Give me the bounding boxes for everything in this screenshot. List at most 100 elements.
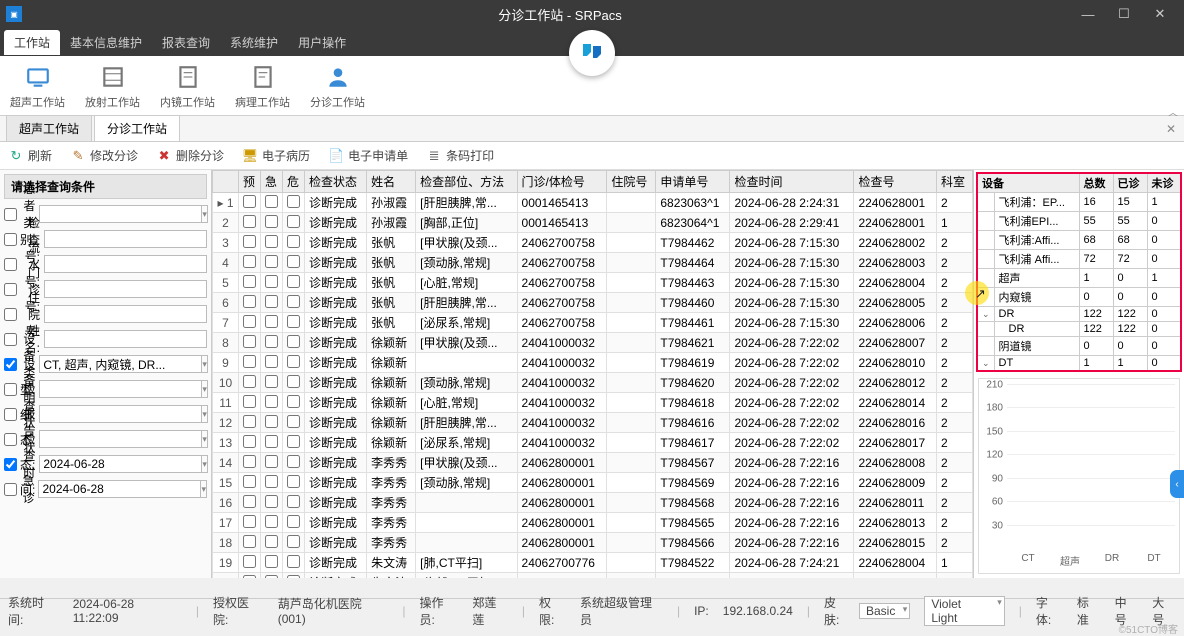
row-chk-c[interactable] — [287, 255, 300, 268]
row-chk-a[interactable] — [243, 515, 256, 528]
row-chk-c[interactable] — [287, 235, 300, 248]
col-6[interactable]: 检查部位、方法 — [416, 171, 517, 193]
menu-2[interactable]: 报表查询 — [152, 30, 220, 55]
filter-report_state-dropdown-icon[interactable]: ▾ — [202, 430, 208, 448]
filter-dev_detail-check[interactable] — [4, 383, 17, 396]
table-row[interactable]: 9诊断完成徐颖新24041000032T79846192024-06-28 7:… — [213, 353, 973, 373]
row-chk-b[interactable] — [265, 495, 278, 508]
row-chk-b[interactable] — [265, 395, 278, 408]
filter-serial_no-input[interactable] — [44, 255, 207, 273]
table-row[interactable]: 19诊断完成朱文涛[肺,CT平扫]24062700776T79845222024… — [213, 553, 973, 573]
filter-outp_no-check[interactable] — [4, 283, 17, 296]
device-row[interactable]: 内窥镜000 — [977, 288, 1181, 307]
filter-exam_state-check[interactable] — [4, 408, 17, 421]
row-chk-a[interactable] — [243, 195, 256, 208]
row-chk-c[interactable] — [287, 275, 300, 288]
col-11[interactable]: 检查号 — [854, 171, 937, 193]
close-tab-icon[interactable]: ✕ — [1166, 122, 1176, 136]
row-chk-a[interactable] — [243, 535, 256, 548]
filter-dev_type-check[interactable] — [4, 358, 17, 371]
filter-urgent-input[interactable] — [38, 480, 201, 498]
row-chk-c[interactable] — [287, 435, 300, 448]
row-chk-a[interactable] — [243, 475, 256, 488]
filter-dev_type-input[interactable] — [39, 355, 202, 373]
device-row[interactable]: 阴道镜000 — [977, 337, 1181, 356]
row-chk-a[interactable] — [243, 295, 256, 308]
device-row[interactable]: 超声101 — [977, 269, 1181, 288]
device-row[interactable]: ⌄DR1221220 — [977, 307, 1181, 322]
row-chk-b[interactable] — [265, 295, 278, 308]
row-chk-b[interactable] — [265, 535, 278, 548]
col-7[interactable]: 门诊/体检号 — [517, 171, 607, 193]
row-chk-b[interactable] — [265, 435, 278, 448]
menu-4[interactable]: 用户操作 — [288, 30, 356, 55]
col-3[interactable]: 危 — [283, 171, 305, 193]
filter-exam_no-input[interactable] — [44, 230, 207, 248]
table-row[interactable]: 5诊断完成张帆[心脏,常规]24062700758T79844632024-06… — [213, 273, 973, 293]
filter-dev_detail-input[interactable] — [39, 380, 202, 398]
ribbon-doc[interactable]: 内镜工作站 — [160, 62, 215, 110]
filter-report_state-input[interactable] — [39, 430, 202, 448]
col-12[interactable]: 科室 — [936, 171, 972, 193]
filter-exam_state-dropdown-icon[interactable]: ▾ — [202, 405, 208, 423]
table-row[interactable]: 8诊断完成徐颖新[甲状腺(及颈...24041000032T7984621202… — [213, 333, 973, 353]
row-chk-a[interactable] — [243, 355, 256, 368]
row-chk-b[interactable] — [265, 255, 278, 268]
row-chk-b[interactable] — [265, 195, 278, 208]
skin-basic-dropdown[interactable]: Basic — [859, 603, 910, 619]
ribbon-doc2[interactable]: 病理工作站 — [235, 62, 290, 110]
filter-outp_no-input[interactable] — [44, 280, 207, 298]
font-std[interactable]: 标准 — [1077, 594, 1101, 628]
filter-serial_no-check[interactable] — [4, 258, 17, 271]
ws-tab-1[interactable]: 分诊工作站 — [94, 115, 180, 141]
table-row[interactable]: 17诊断完成李秀秀24062800001T79845652024-06-28 7… — [213, 513, 973, 533]
minimize-button[interactable]: — — [1070, 7, 1106, 22]
filter-report_state-check[interactable] — [4, 433, 17, 446]
device-row[interactable]: 飞利浦：EP...16151 — [977, 193, 1181, 212]
action-2[interactable]: ✖删除分诊 — [156, 147, 224, 164]
row-chk-a[interactable] — [243, 375, 256, 388]
row-chk-b[interactable] — [265, 475, 278, 488]
col-2[interactable]: 急 — [261, 171, 283, 193]
row-chk-a[interactable] — [243, 335, 256, 348]
row-chk-c[interactable] — [287, 515, 300, 528]
ribbon-film[interactable]: 放射工作站 — [85, 62, 140, 110]
row-chk-b[interactable] — [265, 415, 278, 428]
filter-inp_no-input[interactable] — [44, 305, 207, 323]
ribbon-monitor[interactable]: 超声工作站 — [10, 62, 65, 110]
action-1[interactable]: ✎修改分诊 — [70, 147, 138, 164]
action-4[interactable]: 📄电子申请单 — [328, 147, 408, 164]
side-expand-handle[interactable]: ‹ — [1170, 470, 1184, 498]
row-chk-c[interactable] — [287, 315, 300, 328]
filter-dev_type-dropdown-icon[interactable]: ▾ — [202, 355, 208, 373]
table-row[interactable]: ▸ 1诊断完成孙淑霞[肝胆胰脾,常...00014654136823063^12… — [213, 193, 973, 213]
ribbon-person[interactable]: 分诊工作站 — [310, 62, 365, 110]
row-chk-c[interactable] — [287, 455, 300, 468]
row-chk-b[interactable] — [265, 555, 278, 568]
row-chk-a[interactable] — [243, 575, 256, 579]
device-row[interactable]: ⌄DT110 — [977, 356, 1181, 372]
ws-tab-0[interactable]: 超声工作站 — [6, 115, 92, 141]
row-chk-c[interactable] — [287, 415, 300, 428]
row-chk-a[interactable] — [243, 255, 256, 268]
table-row[interactable]: 15诊断完成李秀秀[颈动脉,常规]24062800001T79845692024… — [213, 473, 973, 493]
main-grid[interactable]: 预急危检查状态姓名检查部位、方法门诊/体检号住院号申请单号检查时间检查号科室 ▸… — [212, 170, 974, 578]
filter-name-input[interactable] — [44, 330, 207, 348]
row-chk-c[interactable] — [287, 195, 300, 208]
row-chk-c[interactable] — [287, 475, 300, 488]
row-chk-c[interactable] — [287, 395, 300, 408]
row-chk-b[interactable] — [265, 315, 278, 328]
row-chk-c[interactable] — [287, 335, 300, 348]
row-chk-b[interactable] — [265, 575, 278, 579]
close-button[interactable]: ✕ — [1142, 6, 1178, 22]
maximize-button[interactable]: ☐ — [1106, 6, 1142, 22]
row-chk-a[interactable] — [243, 455, 256, 468]
row-chk-c[interactable] — [287, 215, 300, 228]
row-chk-b[interactable] — [265, 335, 278, 348]
col-8[interactable]: 住院号 — [607, 171, 656, 193]
table-row[interactable]: 12诊断完成徐颖新[肝胆胰脾,常...24041000032T798461620… — [213, 413, 973, 433]
table-row[interactable]: 7诊断完成张帆[泌尿系,常规]24062700758T79844612024-0… — [213, 313, 973, 333]
table-row[interactable]: 2诊断完成孙淑霞[胸部,正位]00014654136823064^12024-0… — [213, 213, 973, 233]
row-chk-a[interactable] — [243, 555, 256, 568]
row-chk-c[interactable] — [287, 535, 300, 548]
